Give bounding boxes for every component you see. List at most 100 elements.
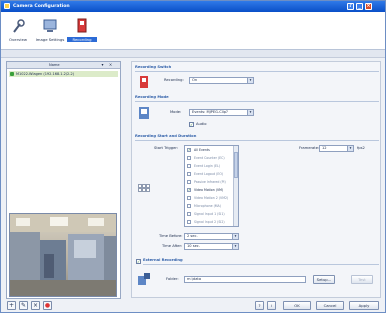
tool-recording[interactable]: Recording (67, 16, 97, 46)
recording-switch-value: On (192, 78, 198, 82)
trigger-item[interactable]: Signal Input 2 (SI2) (187, 220, 233, 226)
trigger-label: Passive Infrared (PI) (194, 180, 226, 184)
trigger-checkbox[interactable] (187, 220, 191, 224)
trigger-label: All Events (194, 148, 210, 152)
start-duration-header: Recording Start and Duration (135, 134, 379, 141)
recording-switch-header: Recording Switch (135, 65, 379, 72)
external-recording-checkbox[interactable]: ✓ (136, 259, 141, 264)
trigger-item[interactable]: Event Counter (EC) (187, 156, 233, 162)
trigger-label: Event Login (EL) (194, 164, 221, 168)
trigger-item[interactable]: Passive Infrared (PI) (187, 180, 233, 186)
time-before-label: Time Before: (159, 234, 183, 238)
film-icon (138, 184, 150, 192)
chevron-down-icon: ▾ (232, 244, 238, 249)
scrollbar-thumb[interactable] (234, 152, 238, 178)
trigger-item[interactable]: Video Motion 2 (VM2) (187, 196, 233, 202)
start-trigger-label: Start Trigger: (154, 146, 179, 150)
folder-input[interactable]: m:\data (184, 276, 306, 283)
folder-value: m:\data (187, 277, 202, 281)
trigger-label: Signal Input 1 (SI1) (194, 212, 225, 216)
sub-toolbar (1, 50, 385, 58)
recording-settings-panel: Recording Switch Recording: On ▾ Recordi… (131, 61, 381, 298)
trigger-item[interactable]: Signal Input 1 (SI1) (187, 212, 233, 218)
camera-preview-image (9, 213, 117, 297)
external-recording-header: External Recording (143, 258, 379, 265)
camera-list-item[interactable]: M1022-Wlagen (192.168.1.2/2-2) (9, 71, 118, 77)
collapse-icon[interactable]: × (108, 63, 113, 68)
framerate-label: Framerate: (299, 146, 320, 150)
ok-button[interactable]: OK (283, 301, 311, 310)
trigger-checkbox[interactable] (187, 212, 191, 216)
tool-overview-label: Overview (9, 37, 27, 42)
tool-image-settings[interactable]: Image Settings (35, 16, 65, 46)
edit-camera-button[interactable]: ✎ (19, 301, 28, 310)
main-toolbar: Overview Image Settings Recording (1, 12, 385, 50)
tool-overview[interactable]: Overview (5, 16, 31, 46)
chevron-down-icon: ▾ (232, 234, 238, 239)
mode-label: Mode: (170, 110, 182, 114)
cancel-button[interactable]: Cancel (316, 301, 344, 310)
help-footer-button[interactable]: ? (255, 301, 264, 310)
apply-button[interactable]: Apply (349, 301, 379, 310)
trigger-label: Event Logout (EO) (194, 172, 224, 176)
trigger-label: Video Motion 2 (VM2) (194, 196, 229, 200)
trigger-item[interactable]: ✓ All Events (187, 148, 233, 154)
trigger-item[interactable]: Event Login (EL) (187, 164, 233, 170)
time-before-select[interactable]: 2 sec. ▾ (184, 233, 239, 240)
help-button[interactable]: ? (347, 3, 354, 10)
chevron-down-icon: ▾ (247, 78, 253, 83)
external-recording-icon (138, 273, 150, 285)
trigger-item[interactable]: Event Logout (EO) (187, 172, 233, 178)
stop-icon[interactable]: ● (43, 301, 52, 310)
camera-configuration-window: Camera Configuration ? _ × Overview Imag… (0, 0, 386, 313)
time-after-label: Time After: (162, 244, 183, 248)
trigger-checkbox[interactable] (187, 204, 191, 208)
trigger-label: Microphone (MA) (194, 204, 221, 208)
mode-value: Events: MJPEG-Clip? (192, 110, 228, 114)
sort-icon[interactable]: ▾ (100, 63, 105, 68)
audio-checkbox[interactable]: ✓ (189, 122, 194, 127)
mode-select[interactable]: Events: MJPEG-Clip? ▾ (189, 109, 254, 116)
info-footer-button[interactable]: i (267, 301, 276, 310)
trigger-item[interactable]: Microphone (MA) (187, 204, 233, 210)
camera-list-header: Name ▾ × (7, 62, 120, 69)
trigger-label: Signal Input 2 (SI2) (194, 220, 225, 224)
add-camera-button[interactable]: + (7, 301, 16, 310)
trigger-checkbox[interactable] (187, 164, 191, 168)
tool-image-settings-label: Image Settings (35, 37, 65, 42)
column-name[interactable]: Name (49, 63, 60, 67)
trigger-checkbox[interactable] (187, 196, 191, 200)
trigger-checkbox[interactable]: ✓ (187, 148, 191, 152)
framerate-value: 12 (322, 146, 327, 150)
preview-scene (10, 214, 116, 296)
trigger-checkbox[interactable] (187, 172, 191, 176)
audio-label: Audio (196, 122, 207, 126)
close-button[interactable]: × (365, 3, 372, 10)
title-bar[interactable]: Camera Configuration ? _ × (1, 1, 385, 12)
time-after-value: 10 sec. (187, 244, 200, 248)
chevron-down-icon: ▾ (247, 110, 253, 115)
recording-label: Recording: (164, 78, 184, 82)
time-after-select[interactable]: 10 sec. ▾ (184, 243, 239, 250)
recording-icon (77, 18, 87, 33)
app-icon (4, 3, 10, 9)
recording-switch-select[interactable]: On ▾ (189, 77, 254, 84)
minimize-button[interactable]: _ (356, 3, 363, 10)
start-trigger-list[interactable]: ✓ All Events Event Counter (EC) Event Lo… (184, 145, 239, 227)
recording-mode-header: Recording Mode (135, 95, 379, 102)
chevron-down-icon: ▾ (347, 146, 353, 151)
folder-label: Folder: (166, 277, 179, 281)
trigger-list-scrollbar[interactable] (233, 146, 238, 226)
test-button[interactable]: Test (351, 275, 373, 284)
camera-status-icon (10, 72, 14, 76)
trigger-checkbox[interactable]: ✓ (187, 188, 191, 192)
remove-camera-button[interactable]: × (31, 301, 40, 310)
trigger-checkbox[interactable] (187, 180, 191, 184)
trigger-checkbox[interactable] (187, 156, 191, 160)
time-before-value: 2 sec. (187, 234, 198, 238)
trigger-label: Video Motion (VM) (194, 188, 224, 192)
trigger-item[interactable]: ✓ Video Motion (VM) (187, 188, 233, 194)
setup-button[interactable]: Setup... (313, 275, 335, 284)
framerate-unit: fps2 (357, 146, 365, 150)
framerate-select[interactable]: 12 ▾ (319, 145, 354, 152)
